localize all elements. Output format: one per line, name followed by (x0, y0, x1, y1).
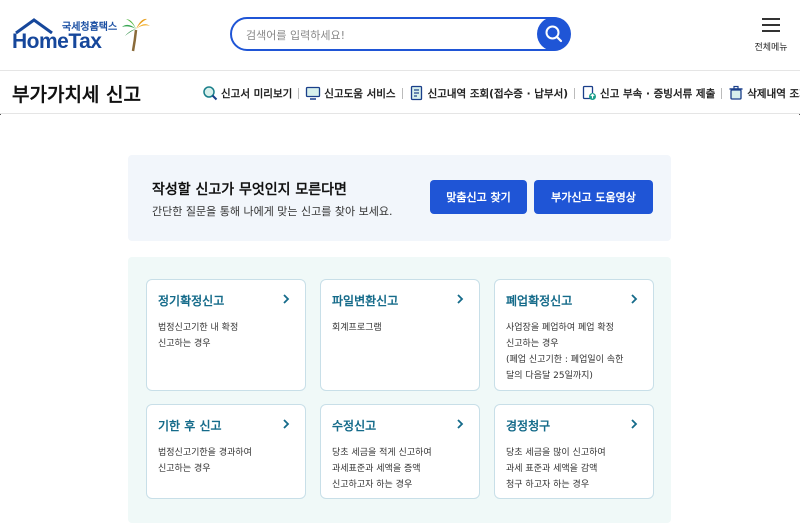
page-title: 부가가치세 신고 (12, 84, 141, 106)
main-content: 작성할 신고가 무엇인지 모른다면 간단한 질문을 통해 나에게 맞는 신고를 … (0, 115, 800, 523)
nav-deleted-history[interactable]: 삭제내역 조회 (728, 85, 800, 101)
card-description: 당초 세금을 적게 신고하여 과세표준과 세액을 증액 신고하고자 하는 경우 (332, 445, 477, 493)
nav-label: 신고내역 조회(접수증 · 납부서) (427, 87, 569, 100)
card-title: 파일변환신고 (332, 294, 399, 308)
nav-divider (574, 87, 576, 99)
card-description: 당초 세금을 많이 신고하여 과세 표준과 세액을 감액 청구 하고자 하는 경… (506, 445, 651, 493)
nav-label: 삭제내역 조회 (747, 87, 800, 100)
nav-divider (721, 87, 723, 99)
card-desc-line: 신고하고자 하는 경우 (332, 480, 413, 490)
card-desc-line: (폐업 신고기한 : 폐업일이 속한 (506, 355, 624, 365)
help-video-button[interactable]: 부가신고 도움영상 (534, 180, 653, 214)
find-custom-return-button[interactable]: 맞춤신고 찾기 (430, 180, 527, 214)
full-menu-button[interactable]: 전체메뉴 (748, 16, 794, 56)
card-amended-return[interactable]: 수정신고 당초 세금을 적게 신고하여 과세표준과 세액을 증액 신고하고자 하… (320, 404, 480, 499)
card-title: 수정신고 (332, 419, 377, 433)
chevron-right-icon (457, 419, 464, 429)
card-desc-line: 당초 세금을 적게 신고하여 (332, 448, 432, 458)
palm-tree-icon (122, 18, 150, 52)
card-desc-line: 달의 다음달 25일까지) (506, 371, 593, 381)
card-late-return[interactable]: 기한 후 신고 법정신고기한을 경과하여 신고하는 경우 (146, 404, 306, 499)
nav-label: 신고 부속 · 증빙서류 제출 (600, 87, 716, 100)
card-desc-line: 신고하는 경우 (158, 339, 211, 349)
hometax-logo[interactable]: 국세청홈택스 HomeTax (12, 16, 152, 56)
logo-title: HomeTax (12, 30, 102, 53)
card-desc-line: 법정신고기한 내 확정 (158, 323, 239, 333)
card-title: 경정청구 (506, 419, 551, 433)
card-title: 기한 후 신고 (158, 419, 222, 433)
chevron-right-icon (283, 294, 290, 304)
full-menu-label: 전체메뉴 (754, 43, 788, 53)
search-icon (545, 25, 563, 43)
return-type-cards: 정기확정신고 법정신고기한 내 확정 신고하는 경우 파일변환신고 회계프로그램… (128, 257, 671, 523)
document-list-icon (410, 85, 422, 101)
help-title: 작성할 신고가 무엇인지 모른다면 (152, 182, 347, 198)
card-description: 회계프로그램 (332, 320, 477, 336)
nav-help-service[interactable]: 신고도움 서비스 (305, 85, 396, 101)
help-banner: 작성할 신고가 무엇인지 모른다면 간단한 질문을 통해 나에게 맞는 신고를 … (128, 155, 671, 241)
chevron-right-icon (457, 294, 464, 304)
nav-label: 신고서 미리보기 (221, 87, 293, 100)
card-regular-return[interactable]: 정기확정신고 법정신고기한 내 확정 신고하는 경우 (146, 279, 306, 391)
sub-navigation: 신고서 미리보기 신고도움 서비스 신고내역 조회(접수증 · 납부서) 신고 … (202, 84, 800, 102)
card-desc-line: 신고하는 경우 (506, 339, 559, 349)
monitor-icon (306, 86, 321, 100)
nav-divider (298, 87, 300, 99)
help-description: 간단한 질문을 통해 나에게 맞는 신고를 찾아 보세요. (152, 205, 393, 218)
card-desc-line: 당초 세금을 많이 신고하여 (506, 448, 606, 458)
nav-preview-return[interactable]: 신고서 미리보기 (202, 85, 292, 101)
card-desc-line: 과세표준과 세액을 증액 (332, 464, 421, 474)
trash-icon (729, 85, 743, 100)
hamburger-icon (762, 18, 780, 32)
nav-divider (401, 87, 403, 99)
card-closure-return[interactable]: 폐업확정신고 사업장을 폐업하여 폐업 확정 신고하는 경우 (폐업 신고기한 … (494, 279, 654, 391)
chevron-right-icon (283, 419, 290, 429)
card-desc-line: 청구 하고자 하는 경우 (506, 480, 590, 490)
card-title: 폐업확정신고 (506, 294, 573, 308)
card-description: 사업장을 폐업하여 폐업 확정 신고하는 경우 (폐업 신고기한 : 폐업일이 … (506, 320, 651, 384)
card-desc-line: 신고하는 경우 (158, 464, 211, 474)
search-input[interactable] (246, 25, 526, 45)
card-file-conversion[interactable]: 파일변환신고 회계프로그램 (320, 279, 480, 391)
nav-label: 신고도움 서비스 (324, 87, 396, 100)
chevron-right-icon (631, 294, 638, 304)
card-claim-correction[interactable]: 경정청구 당초 세금을 많이 신고하여 과세 표준과 세액을 감액 청구 하고자… (494, 404, 654, 499)
card-description: 법정신고기한을 경과하여 신고하는 경우 (158, 445, 303, 477)
nav-return-history[interactable]: 신고내역 조회(접수증 · 납부서) (409, 85, 568, 101)
chevron-right-icon (631, 419, 638, 429)
upload-doc-icon (582, 85, 597, 100)
header: 국세청홈택스 HomeTax 전체메뉴 (0, 0, 800, 70)
card-desc-line: 회계프로그램 (332, 323, 382, 333)
card-desc-line: 법정신고기한을 경과하여 (158, 448, 252, 458)
magnifier-doc-icon (203, 86, 218, 101)
card-title: 정기확정신고 (158, 294, 225, 308)
sub-header: 부가가치세 신고 신고서 미리보기 신고도움 서비스 신고내역 조회(접수증 ·… (0, 70, 800, 114)
search-button[interactable] (537, 17, 571, 51)
search-bar (230, 17, 570, 51)
card-description: 법정신고기한 내 확정 신고하는 경우 (158, 320, 303, 352)
nav-submit-documents[interactable]: 신고 부속 · 증빙서류 제출 (581, 85, 715, 101)
card-desc-line: 과세 표준과 세액을 감액 (506, 464, 598, 474)
card-desc-line: 사업장을 폐업하여 폐업 확정 (506, 323, 614, 333)
